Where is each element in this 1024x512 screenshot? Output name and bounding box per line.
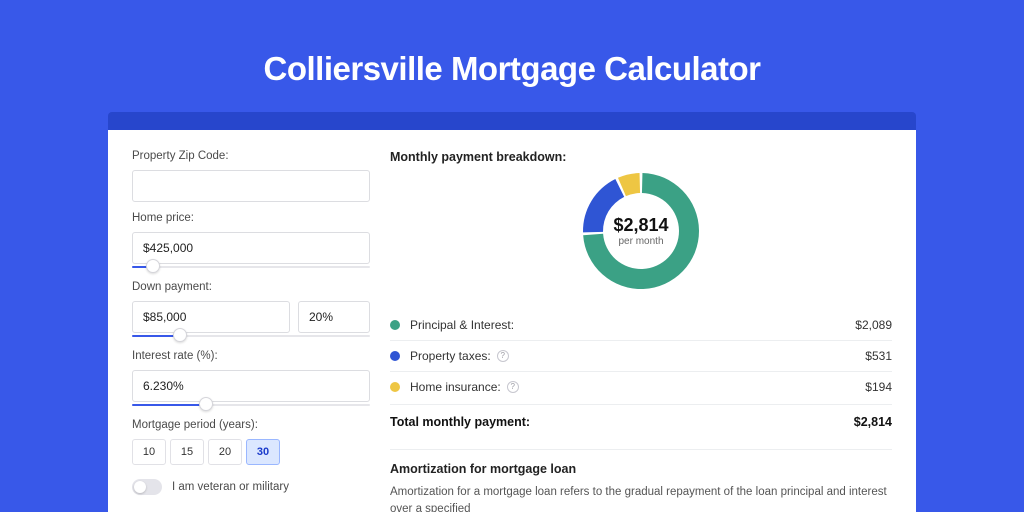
page-title: Colliersville Mortgage Calculator [108, 50, 916, 88]
donut-sub: per month [618, 236, 663, 247]
breakdown-line: Home insurance:?$194 [390, 371, 892, 402]
home-price-label: Home price: [132, 212, 370, 224]
interest-group: Interest rate (%): [132, 350, 370, 409]
interest-label: Interest rate (%): [132, 350, 370, 362]
breakdown-line-value: $2,089 [855, 318, 892, 332]
total-row: Total monthly payment: $2,814 [390, 404, 892, 439]
period-label: Mortgage period (years): [132, 419, 370, 431]
down-payment-amount-input[interactable] [132, 301, 290, 333]
down-payment-label: Down payment: [132, 281, 370, 293]
breakdown-line-label: Principal & Interest: [410, 318, 855, 332]
period-option-10[interactable]: 10 [132, 439, 166, 465]
breakdown-chart: $2,814 per month [390, 170, 892, 292]
down-payment-percent-input[interactable] [298, 301, 370, 333]
interest-slider[interactable] [132, 401, 370, 409]
home-price-input[interactable] [132, 232, 370, 264]
breakdown-line-value: $531 [865, 349, 892, 363]
breakdown-line-label: Home insurance:? [410, 380, 865, 394]
zip-group: Property Zip Code: [132, 150, 370, 202]
slider-thumb[interactable] [173, 328, 187, 342]
total-value: $2,814 [854, 415, 892, 429]
breakdown-title: Monthly payment breakdown: [390, 150, 892, 164]
veteran-label: I am veteran or military [172, 481, 289, 493]
breakdown-line: Property taxes:?$531 [390, 340, 892, 371]
panel-topbar [108, 112, 916, 130]
total-label: Total monthly payment: [390, 415, 854, 429]
zip-label: Property Zip Code: [132, 150, 370, 162]
toggle-knob [134, 481, 146, 493]
period-options: 10152030 [132, 439, 370, 465]
info-icon[interactable]: ? [497, 350, 509, 362]
breakdown-line: Principal & Interest:$2,089 [390, 310, 892, 340]
inputs-column: Property Zip Code: Home price: Down paym… [132, 150, 370, 512]
donut-amount: $2,814 [613, 215, 668, 236]
legend-swatch [390, 382, 400, 392]
period-option-15[interactable]: 15 [170, 439, 204, 465]
home-price-group: Home price: [132, 212, 370, 271]
slider-thumb[interactable] [199, 397, 213, 411]
legend-swatch [390, 320, 400, 330]
breakdown-line-value: $194 [865, 380, 892, 394]
zip-input[interactable] [132, 170, 370, 202]
period-option-30[interactable]: 30 [246, 439, 280, 465]
results-column: Monthly payment breakdown: $2,814 per mo… [390, 150, 892, 512]
down-payment-slider[interactable] [132, 332, 370, 340]
home-price-slider[interactable] [132, 263, 370, 271]
amortization-text: Amortization for a mortgage loan refers … [390, 484, 892, 512]
veteran-toggle[interactable] [132, 479, 162, 495]
legend-swatch [390, 351, 400, 361]
down-payment-group: Down payment: [132, 281, 370, 340]
amortization-block: Amortization for mortgage loan Amortizat… [390, 449, 892, 512]
breakdown-line-label: Property taxes:? [410, 349, 865, 363]
veteran-row: I am veteran or military [132, 479, 370, 495]
period-option-20[interactable]: 20 [208, 439, 242, 465]
slider-thumb[interactable] [146, 259, 160, 273]
donut-center: $2,814 per month [580, 170, 702, 292]
interest-input[interactable] [132, 370, 370, 402]
period-group: Mortgage period (years): 10152030 [132, 419, 370, 465]
info-icon[interactable]: ? [507, 381, 519, 393]
calculator-panel: Property Zip Code: Home price: Down paym… [108, 128, 916, 512]
breakdown-lines: Principal & Interest:$2,089Property taxe… [390, 310, 892, 402]
amortization-title: Amortization for mortgage loan [390, 462, 892, 476]
